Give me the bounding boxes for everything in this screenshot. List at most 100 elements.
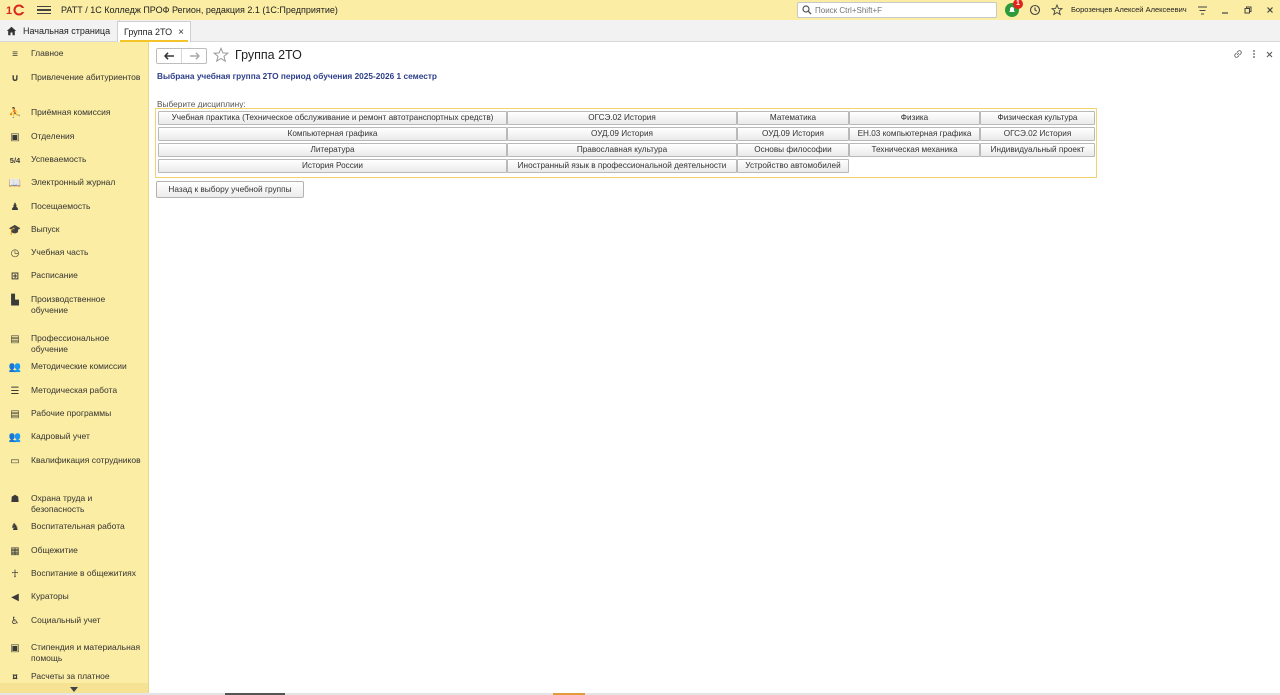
- sidebar-item-5[interactable]: 5/4 Успеваемость: [0, 153, 148, 175]
- sidebar-item-3[interactable]: ⛹ Приёмная комиссия: [0, 106, 148, 128]
- discipline-button[interactable]: Индивидуальный проект: [980, 143, 1095, 157]
- sections-panel: ≡ Главное ∪ Привлечение абитуриентов ⛹ Приёмн…: [0, 42, 149, 695]
- menu-lines-icon: ≡: [12, 48, 18, 60]
- books-stack-icon: ☰: [10, 385, 20, 397]
- sidebar-item-label: Рабочие программы: [31, 408, 112, 418]
- sidebar-item-17[interactable]: ▭ Квалификация сотрудников: [0, 454, 148, 476]
- notifications-button[interactable]: 1: [1004, 0, 1023, 18]
- sidebar-item-label: Расчеты за платное: [31, 671, 110, 681]
- wallet-icon: ▣: [10, 642, 20, 654]
- discipline-button[interactable]: История России: [158, 159, 507, 173]
- sidebar-item-12[interactable]: ▤ Профессиональное обучение: [0, 332, 148, 354]
- sidebar-item-label: Воспитание в общежитиях: [31, 568, 136, 578]
- restore-icon[interactable]: [1240, 2, 1256, 18]
- sidebar-item-label: Общежитие: [31, 545, 78, 555]
- sidebar-item-label: Расписание: [31, 270, 78, 280]
- close-form-icon[interactable]: [1265, 50, 1274, 59]
- sidebar-item-10[interactable]: ⊞ Расписание: [0, 269, 148, 291]
- sidebar-item-21[interactable]: ☥ Воспитание в общежитиях: [0, 567, 148, 589]
- sidebar-item-label: Главное: [31, 48, 64, 58]
- sidebar-item-24[interactable]: ▣ Стипендия и материальная помощь: [0, 641, 148, 663]
- sidebar-item-8[interactable]: 🎓 Выпуск: [0, 223, 148, 245]
- discipline-button[interactable]: ОГСЭ.02 История: [507, 111, 737, 125]
- certificate-icon: ▭: [10, 455, 20, 467]
- discipline-button[interactable]: Компьютерная графика: [158, 127, 507, 141]
- user-name[interactable]: Борозенцев Алексей Алексеевич: [1071, 5, 1187, 14]
- sidebar-item-14[interactable]: ☰ Методическая работа: [0, 384, 148, 406]
- tab-group-label: Группа 2ТО: [124, 27, 173, 37]
- form-actions: [1233, 49, 1274, 59]
- discipline-button[interactable]: Техническая механика: [849, 143, 980, 157]
- search-icon: [802, 5, 812, 15]
- discipline-button[interactable]: ОУД.09 История: [737, 127, 849, 141]
- sidebar-item-13[interactable]: 👥 Методические комиссии: [0, 360, 148, 382]
- sidebar-item-label: Выпуск: [31, 224, 60, 234]
- discipline-button[interactable]: ОГСЭ.02 История: [980, 127, 1095, 141]
- discipline-grid: Учебная практика (Техническое обслуживан…: [155, 108, 1097, 178]
- tab-home-label: Начальная страница: [23, 25, 111, 36]
- add-to-favorites-icon[interactable]: [212, 46, 230, 65]
- square-document-icon: ▣: [10, 131, 20, 143]
- forward-arrow-icon[interactable]: [181, 49, 206, 63]
- sidebar-item-4[interactable]: ▣ Отделения: [0, 130, 148, 152]
- sidebar-item-11[interactable]: ▙ Производственное обучение: [0, 293, 148, 315]
- sidebar-item-20[interactable]: ▦ Общежитие: [0, 544, 148, 566]
- favorites-star-icon[interactable]: [1049, 2, 1065, 18]
- wheelchair-icon: ♿: [10, 615, 20, 627]
- sidebar-item-1[interactable]: ≡ Главное: [0, 47, 148, 69]
- megaphone-icon: ◀: [11, 591, 19, 603]
- sidebar-item-label: Методическая работа: [31, 385, 118, 395]
- sidebar-item-label: Квалификация сотрудников: [31, 455, 141, 465]
- sidebar-item-6[interactable]: 📖 Электронный журнал: [0, 176, 148, 198]
- bus-icon: ▤: [10, 333, 20, 345]
- sidebar-item-label: Профессиональное обучение: [31, 333, 110, 354]
- more-actions-icon[interactable]: [1251, 49, 1257, 59]
- sidebar-item-label: Приёмная комиссия: [31, 107, 111, 117]
- sidebar-item-23[interactable]: ♿ Социальный учет: [0, 614, 148, 636]
- link-icon[interactable]: [1233, 49, 1243, 59]
- global-search[interactable]: [797, 2, 997, 18]
- history-nav: [156, 48, 207, 64]
- settings-sliders-icon[interactable]: [1194, 2, 1210, 18]
- sidebar-item-19[interactable]: ♞ Воспитательная работа: [0, 520, 148, 542]
- history-icon[interactable]: [1027, 2, 1043, 18]
- sidebar-item-22[interactable]: ◀ Кураторы: [0, 590, 148, 612]
- sidebar-item-9[interactable]: ◷ Учебная часть: [0, 246, 148, 268]
- discipline-button[interactable]: Физическая культура: [980, 111, 1095, 125]
- sidebar-item-label: Методические комиссии: [31, 361, 127, 371]
- tab-bar: Начальная страница Группа 2ТО ×: [0, 20, 1280, 42]
- sidebar-item-15[interactable]: ▤ Рабочие программы: [0, 407, 148, 429]
- main-menu-icon[interactable]: [37, 5, 51, 15]
- discipline-button[interactable]: Физика: [849, 111, 980, 125]
- walking-person-icon: ⛹: [8, 107, 22, 119]
- discipline-button[interactable]: Иностранный язык в профессиональной деят…: [507, 159, 737, 173]
- back-arrow-icon[interactable]: [157, 49, 181, 63]
- discipline-button[interactable]: Математика: [737, 111, 849, 125]
- teacher-icon: ♞: [10, 521, 20, 533]
- sidebar-item-label: Воспитательная работа: [31, 521, 125, 531]
- tab-close-icon[interactable]: ×: [178, 27, 184, 38]
- discipline-button[interactable]: Устройство автомобилей: [737, 159, 849, 173]
- sidebar-item-7[interactable]: ♟ Посещаемость: [0, 200, 148, 222]
- back-to-group-selection-button[interactable]: Назад к выбору учебной группы: [156, 181, 304, 198]
- close-icon[interactable]: [1262, 2, 1278, 18]
- people-icon: 👥: [8, 431, 22, 443]
- search-input[interactable]: [812, 4, 985, 16]
- sidebar-item-label: Производственное обучение: [31, 294, 106, 315]
- discipline-button[interactable]: ЕН.03 компьютерная графика: [849, 127, 980, 141]
- discipline-button[interactable]: Основы философии: [737, 143, 849, 157]
- sidebar-item-18[interactable]: ☗ Охрана труда и безопасность: [0, 492, 148, 514]
- tab-home[interactable]: Начальная страница: [0, 20, 121, 41]
- discipline-button[interactable]: ОУД.09 История: [507, 127, 737, 141]
- sidebar-item-2[interactable]: ∪ Привлечение абитуриентов: [0, 71, 148, 93]
- tab-group[interactable]: Группа 2ТО ×: [117, 21, 191, 42]
- factory-icon: ▙: [11, 294, 19, 306]
- sidebar-item-label: Учебная часть: [31, 247, 89, 257]
- discipline-button[interactable]: Литература: [158, 143, 507, 157]
- discipline-button[interactable]: Православная культура: [507, 143, 737, 157]
- clock-icon: ◷: [10, 247, 20, 259]
- sidebar-item-16[interactable]: 👥 Кадровый учет: [0, 430, 148, 452]
- minimize-icon[interactable]: [1217, 2, 1233, 18]
- family-icon: ☥: [11, 568, 19, 580]
- discipline-button[interactable]: Учебная практика (Техническое обслуживан…: [158, 111, 507, 125]
